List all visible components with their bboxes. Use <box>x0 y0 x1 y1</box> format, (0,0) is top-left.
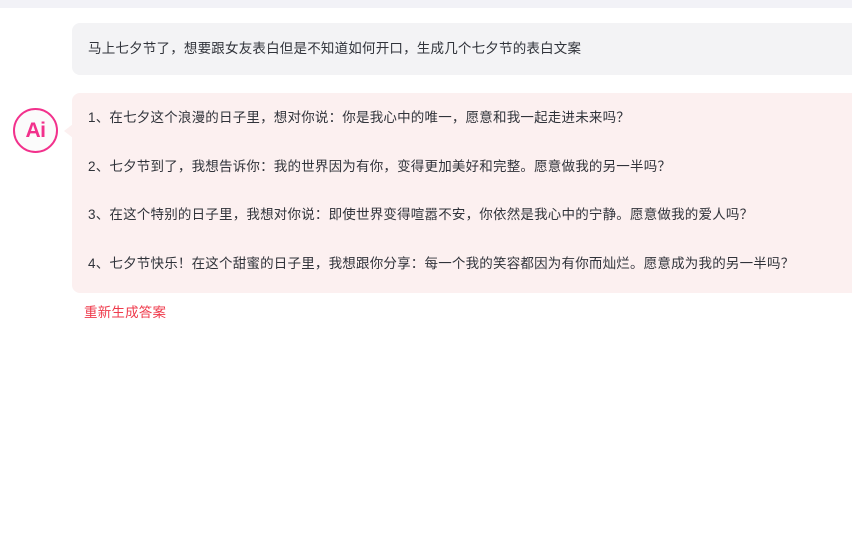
regenerate-answer-button[interactable]: 重新生成答案 <box>84 305 166 320</box>
user-message-text: 马上七夕节了，想要跟女友表白但是不知道如何开口，生成几个七夕节的表白文案 <box>88 41 582 56</box>
ai-answer-line: 2、七夕节到了，我想告诉你：我的世界因为有你，变得更加美好和完整。愿意做我的另一… <box>88 158 672 174</box>
user-message-bubble: 马上七夕节了，想要跟女友表白但是不知道如何开口，生成几个七夕节的表白文案 <box>72 23 852 75</box>
ai-message-row: Ai 1、在七夕这个浪漫的日子里，想对你说：你是我心中的唯一，愿意和我一起走进未… <box>0 93 852 293</box>
ai-answer-line: 4、七夕节快乐！在这个甜蜜的日子里，我想跟你分享：每一个我的笑容都因为有你而灿烂… <box>88 255 795 271</box>
ai-message-bubble: 1、在七夕这个浪漫的日子里，想对你说：你是我心中的唯一，愿意和我一起走进未来吗？… <box>72 93 852 293</box>
chat-page: 马上七夕节了，想要跟女友表白但是不知道如何开口，生成几个七夕节的表白文案 Ai … <box>0 0 852 547</box>
ai-answer-line: 3、在这个特别的日子里，我想对你说：即使世界变得喧嚣不安，你依然是我心中的宁静。… <box>88 207 754 222</box>
user-message-row: 马上七夕节了，想要跟女友表白但是不知道如何开口，生成几个七夕节的表白文案 <box>0 23 852 75</box>
ai-message-content: 1、在七夕这个浪漫的日子里，想对你说：你是我心中的唯一，愿意和我一起走进未来吗？… <box>88 111 844 270</box>
regenerate-action-area: 重新生成答案 <box>84 304 166 322</box>
ai-avatar-label: Ai <box>25 119 47 142</box>
ai-logo-icon: Ai <box>13 108 58 153</box>
top-strip <box>0 0 852 8</box>
ai-answer-line: 1、在七夕这个浪漫的日子里，想对你说：你是我心中的唯一，愿意和我一起走进未来吗？ <box>88 110 631 125</box>
